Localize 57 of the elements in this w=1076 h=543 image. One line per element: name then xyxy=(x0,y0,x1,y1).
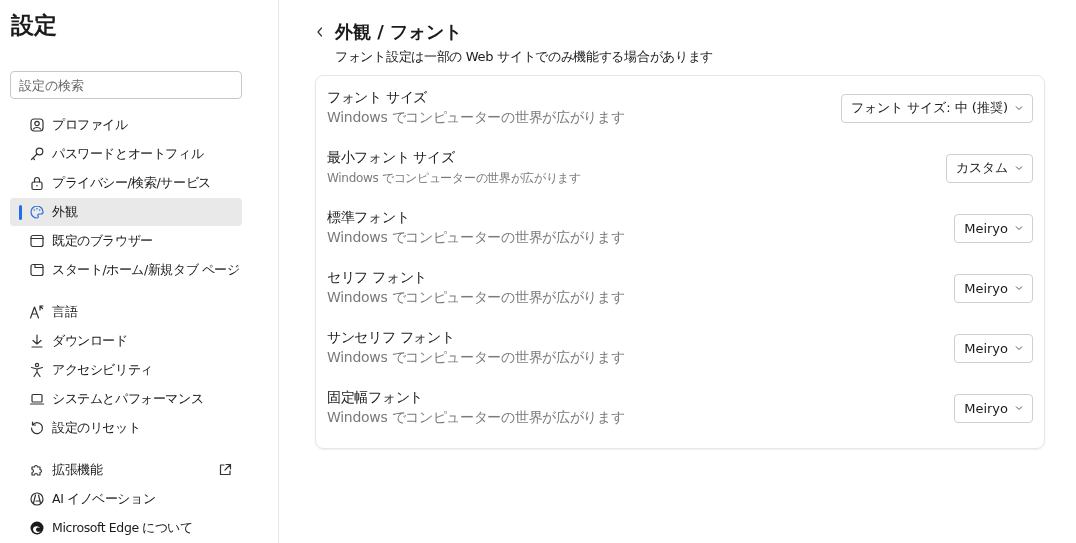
sidebar-item[interactable]: 設定のリセット xyxy=(10,414,242,442)
laptop-icon xyxy=(29,391,45,407)
dropdown[interactable]: カスタム xyxy=(946,153,1033,183)
dropdown[interactable]: Meiryo xyxy=(954,393,1033,423)
settings-title: 設定 xyxy=(11,11,57,40)
chevron-down-icon xyxy=(1015,105,1023,111)
page-title: 外観 / フォント xyxy=(335,20,463,44)
sidebar-item[interactable]: スタート/ホーム/新規タブ ページ xyxy=(10,256,242,284)
setting-label: 標準フォント xyxy=(327,209,411,227)
palette-icon xyxy=(29,204,45,220)
sidebar-item[interactable]: 既定のブラウザー xyxy=(10,227,242,255)
sidebar-item[interactable]: 拡張機能 xyxy=(10,456,242,484)
sidebar-item[interactable]: 外観 xyxy=(10,198,242,226)
lock-icon xyxy=(29,175,45,191)
search-field[interactable]: 設定の検索 xyxy=(10,71,242,99)
sidebar-item[interactable]: 言語 xyxy=(10,298,242,326)
accessibility-icon xyxy=(29,362,45,378)
setting-description: Windows でコンピューターの世界が広がります xyxy=(327,289,626,307)
dropdown[interactable]: フォント サイズ: 中 (推奨) xyxy=(841,93,1033,123)
sidebar-item[interactable]: パスワードとオートフィル xyxy=(10,140,242,168)
chevron-down-icon xyxy=(1015,405,1023,411)
sidebar-item[interactable]: システムとパフォーマンス xyxy=(10,385,242,413)
browser-logo-icon xyxy=(29,520,45,536)
dropdown[interactable]: Meiryo xyxy=(954,273,1033,303)
chevron-down-icon xyxy=(1015,165,1023,171)
chevron-down-icon xyxy=(1015,345,1023,351)
sidebar-item[interactable]: AI イノベーション xyxy=(10,485,242,513)
tab-page-icon xyxy=(29,262,45,278)
puzzle-icon xyxy=(29,462,45,478)
sidebar-item[interactable]: Microsoft Edge について xyxy=(10,514,242,542)
setting-description: Windows でコンピューターの世界が広がります xyxy=(327,109,626,127)
chevron-down-icon xyxy=(1015,285,1023,291)
profile-icon xyxy=(29,117,45,133)
chevron-down-icon xyxy=(1015,225,1023,231)
setting-label: フォント サイズ xyxy=(327,89,429,107)
reset-icon xyxy=(29,420,45,436)
setting-description: Windows でコンピューターの世界が広がります xyxy=(327,409,626,427)
sidebar-item[interactable]: プロファイル xyxy=(10,111,242,139)
sidebar-item[interactable]: プライバシー/検索/サービス xyxy=(10,169,242,197)
back-icon[interactable] xyxy=(315,26,325,38)
setting-label: 最小フォント サイズ xyxy=(327,149,456,167)
setting-description: Windows でコンピューターの世界が広がります xyxy=(327,349,626,367)
key-icon xyxy=(29,146,45,162)
setting-label: サンセリフ フォント xyxy=(327,329,456,347)
language-icon xyxy=(29,304,45,320)
page-subtitle: フォント設定は一部の Web サイトでのみ機能する場合があります xyxy=(335,48,714,66)
dropdown[interactable]: Meiryo xyxy=(954,333,1033,363)
download-icon xyxy=(29,333,45,349)
setting-label: 固定幅フォント xyxy=(327,389,424,407)
setting-label: セリフ フォント xyxy=(327,269,429,287)
browser-window-icon xyxy=(29,233,45,249)
dropdown[interactable]: Meiryo xyxy=(954,213,1033,243)
setting-description: Windows でコンピューターの世界が広がります xyxy=(327,229,626,247)
setting-description: Windows でコンピューターの世界が広がります xyxy=(327,170,582,187)
selection-indicator xyxy=(19,205,22,220)
sidebar-item[interactable]: ダウンロード xyxy=(10,327,242,355)
sidebar-item[interactable]: アクセシビリティ xyxy=(10,356,242,384)
